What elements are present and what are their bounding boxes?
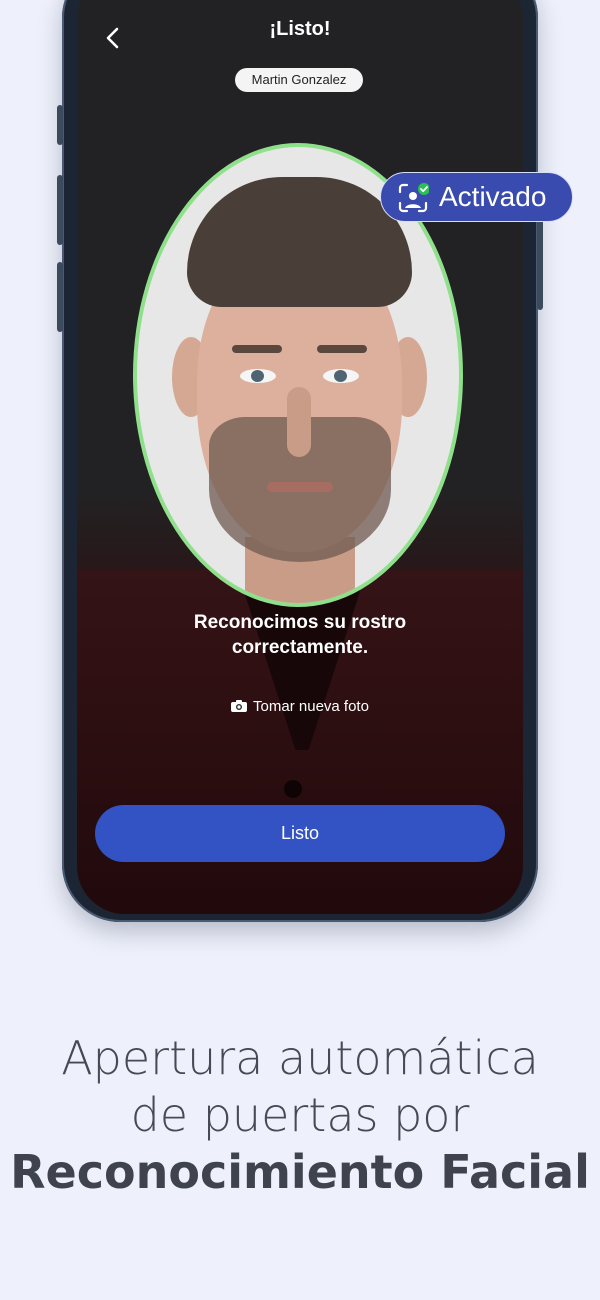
retake-photo-link[interactable]: Tomar nueva foto bbox=[77, 698, 523, 715]
face-id-check-icon bbox=[398, 183, 429, 213]
retake-photo-label: Tomar nueva foto bbox=[253, 698, 369, 715]
camera-icon bbox=[231, 700, 248, 712]
face-nose bbox=[287, 387, 311, 457]
phone-side-button bbox=[57, 105, 63, 145]
done-button[interactable]: Listo bbox=[95, 805, 505, 862]
activated-badge: Activado bbox=[380, 172, 573, 222]
recognition-message: Reconocimos su rostro correctamente. bbox=[193, 612, 407, 658]
face-hair bbox=[187, 177, 412, 307]
phone-screen: ¡Listo! Martin Gonzalez Reconocimos su r… bbox=[77, 0, 523, 914]
face-iris bbox=[251, 370, 264, 382]
phone-side-button bbox=[57, 262, 63, 332]
user-name-chip: Martin Gonzalez bbox=[235, 68, 363, 92]
promo-line: Apertura automática bbox=[61, 1031, 539, 1085]
promo-headline: Apertura automática de puertas por Recon… bbox=[0, 1030, 600, 1201]
face-mouth bbox=[267, 482, 333, 492]
face-eyebrow bbox=[232, 345, 282, 353]
face-eye bbox=[323, 369, 359, 383]
phone-side-button bbox=[57, 175, 63, 245]
page-title: ¡Listo! bbox=[269, 18, 331, 40]
face-iris bbox=[334, 370, 347, 382]
activated-badge-label: Activado bbox=[439, 181, 547, 212]
promo-line-bold: Reconocimiento Facial bbox=[10, 1145, 590, 1199]
face-eyebrow bbox=[317, 345, 367, 353]
promo-line: de puertas por bbox=[130, 1088, 470, 1142]
face-eye bbox=[240, 369, 276, 383]
